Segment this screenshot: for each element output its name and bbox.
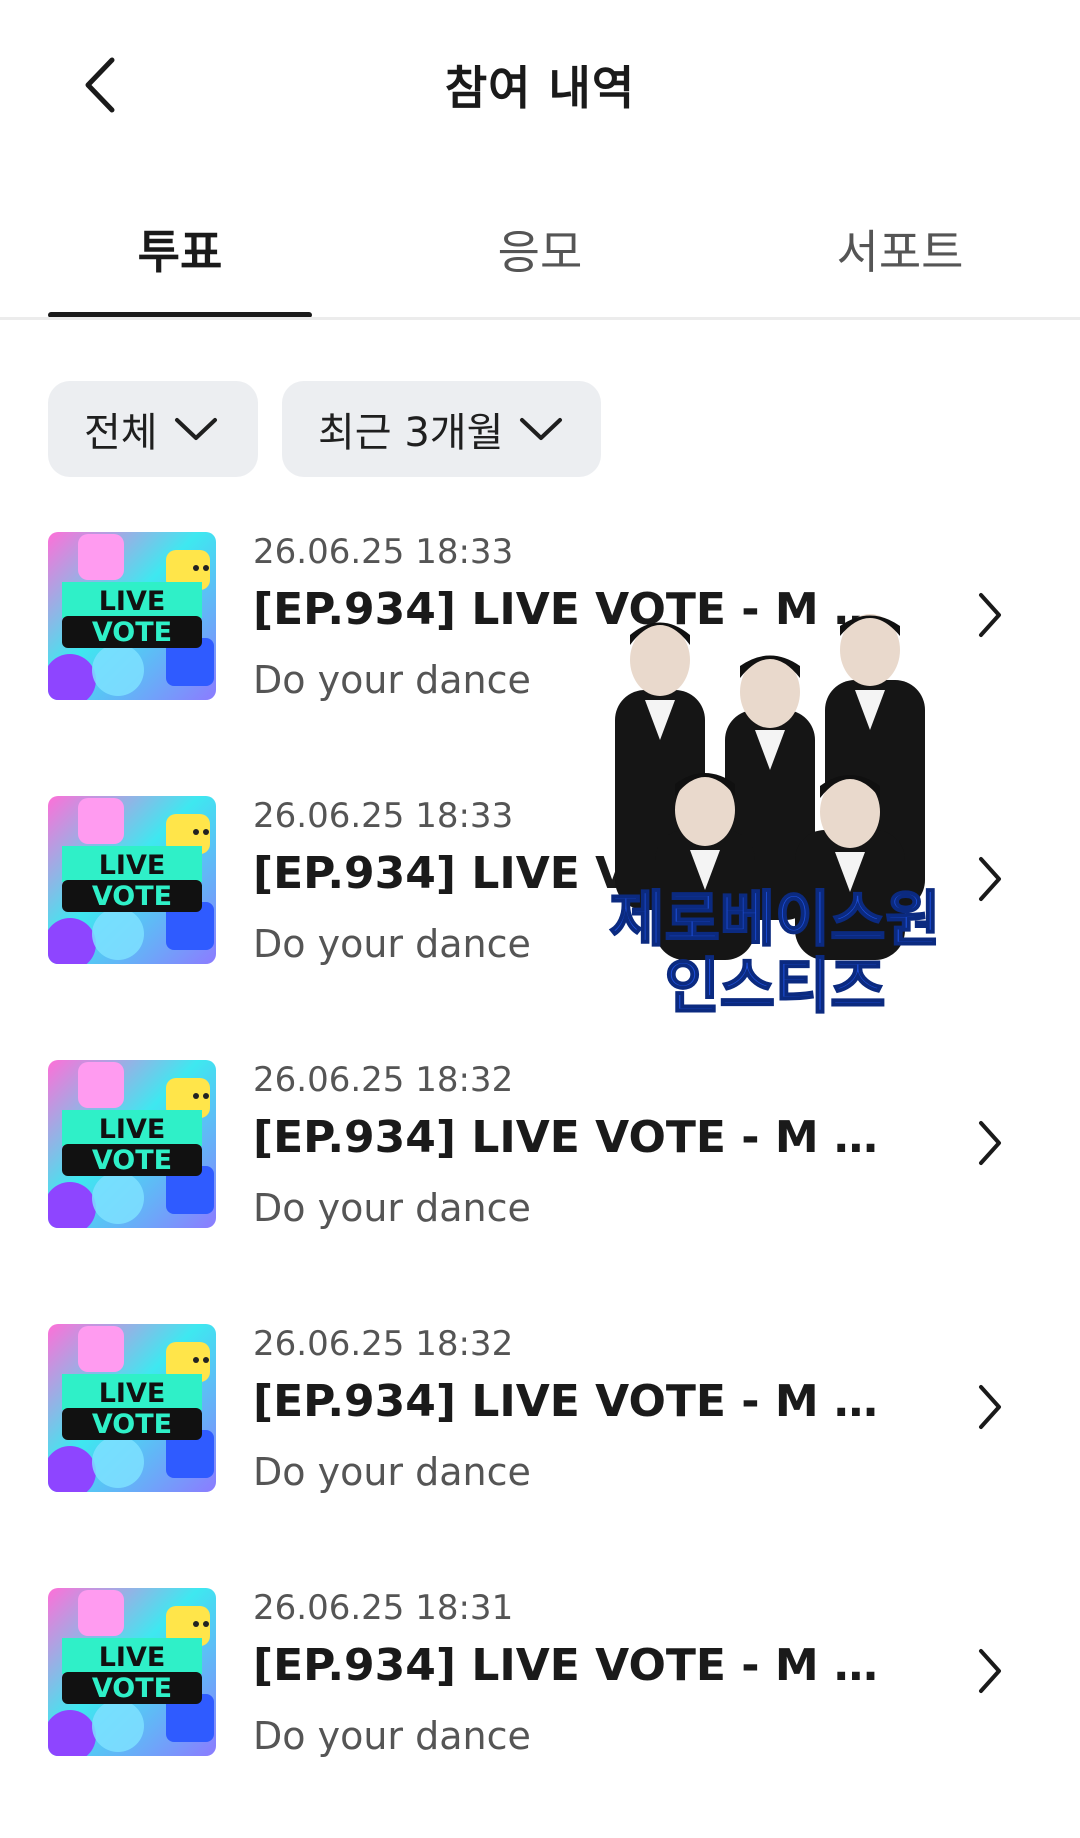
tab-entry-label: 응모 bbox=[497, 225, 583, 279]
item-date: 26.06.25 18:32 bbox=[253, 1324, 514, 1364]
chevron-right-icon bbox=[979, 1649, 1001, 1693]
item-subtitle: Do your dance bbox=[253, 922, 531, 966]
tab-support[interactable]: 서포트 bbox=[768, 190, 1032, 318]
item-subtitle: Do your dance bbox=[253, 658, 531, 702]
thumbnail-vote-text: VOTE bbox=[92, 617, 172, 648]
promo-line-1: 제로베이스원 bbox=[608, 885, 941, 955]
thumbnail-live-text: LIVE bbox=[99, 850, 166, 881]
thumbnail-live-text: LIVE bbox=[99, 1114, 166, 1145]
item-subtitle: Do your dance bbox=[253, 1186, 531, 1230]
thumbnail-vote-text: VOTE bbox=[92, 1673, 172, 1704]
header: 참여 내역 bbox=[0, 0, 1080, 170]
item-date: 26.06.25 18:33 bbox=[253, 532, 514, 572]
promo-overlay-text: 제로베이스원 인스티즈 bbox=[575, 885, 975, 1023]
list-item[interactable]: LIVE VOTE 26.06.25 18:31 [EP.934] LIVE V… bbox=[0, 1588, 1080, 1788]
thumbnail-vote-text: VOTE bbox=[92, 1145, 172, 1176]
screen: 참여 내역 투표 응모 서포트 전체 최근 3개월 LIVE VOTE 26.0… bbox=[0, 0, 1080, 1838]
period-filter-label: 최근 3개월 bbox=[318, 410, 504, 456]
thumbnail-vote-text: VOTE bbox=[92, 881, 172, 912]
list-item[interactable]: LIVE VOTE 26.06.25 18:32 [EP.934] LIVE V… bbox=[0, 1060, 1080, 1260]
item-title: [EP.934] LIVE VOTE - M CO... bbox=[253, 1376, 903, 1427]
thumbnail-live-text: LIVE bbox=[99, 1642, 166, 1673]
category-filter-label: 전체 bbox=[84, 410, 158, 456]
tab-vote[interactable]: 투표 bbox=[48, 190, 312, 318]
thumbnail-vote-text: VOTE bbox=[92, 1409, 172, 1440]
live-vote-thumbnail: LIVE VOTE bbox=[48, 532, 216, 700]
item-date: 26.06.25 18:31 bbox=[253, 1588, 514, 1628]
tab-divider bbox=[0, 317, 1080, 320]
chevron-down-icon bbox=[174, 416, 218, 442]
item-subtitle: Do your dance bbox=[253, 1450, 531, 1494]
list-item[interactable]: LIVE VOTE 26.06.25 18:32 [EP.934] LIVE V… bbox=[0, 1324, 1080, 1524]
chevron-right-icon bbox=[979, 857, 1001, 901]
chevron-right-icon bbox=[979, 1121, 1001, 1165]
tab-bar: 투표 응모 서포트 bbox=[0, 190, 1080, 318]
item-date: 26.06.25 18:32 bbox=[253, 1060, 514, 1100]
item-title: [EP.934] LIVE VOTE - M CO... bbox=[253, 1112, 903, 1163]
promo-line-2: 인스티즈 bbox=[664, 951, 887, 1023]
live-vote-thumbnail: LIVE VOTE bbox=[48, 796, 216, 964]
live-vote-thumbnail: LIVE VOTE bbox=[48, 1324, 216, 1492]
chevron-right-icon bbox=[979, 1385, 1001, 1429]
period-filter-dropdown[interactable]: 최근 3개월 bbox=[282, 381, 601, 477]
thumbnail-live-text: LIVE bbox=[99, 586, 166, 617]
chevron-right-icon bbox=[979, 593, 1001, 637]
category-filter-dropdown[interactable]: 전체 bbox=[48, 381, 258, 477]
tab-support-label: 서포트 bbox=[836, 225, 964, 279]
chevron-down-icon bbox=[519, 416, 563, 442]
item-title: [EP.934] LIVE VOTE - M CO... bbox=[253, 1640, 903, 1691]
page-title: 참여 내역 bbox=[444, 61, 636, 115]
tab-entry[interactable]: 응모 bbox=[408, 190, 672, 318]
item-date: 26.06.25 18:33 bbox=[253, 796, 514, 836]
live-vote-thumbnail: LIVE VOTE bbox=[48, 1060, 216, 1228]
thumbnail-live-text: LIVE bbox=[99, 1378, 166, 1409]
live-vote-thumbnail: LIVE VOTE bbox=[48, 1588, 216, 1756]
item-subtitle: Do your dance bbox=[253, 1714, 531, 1758]
tab-vote-label: 투표 bbox=[137, 225, 223, 279]
